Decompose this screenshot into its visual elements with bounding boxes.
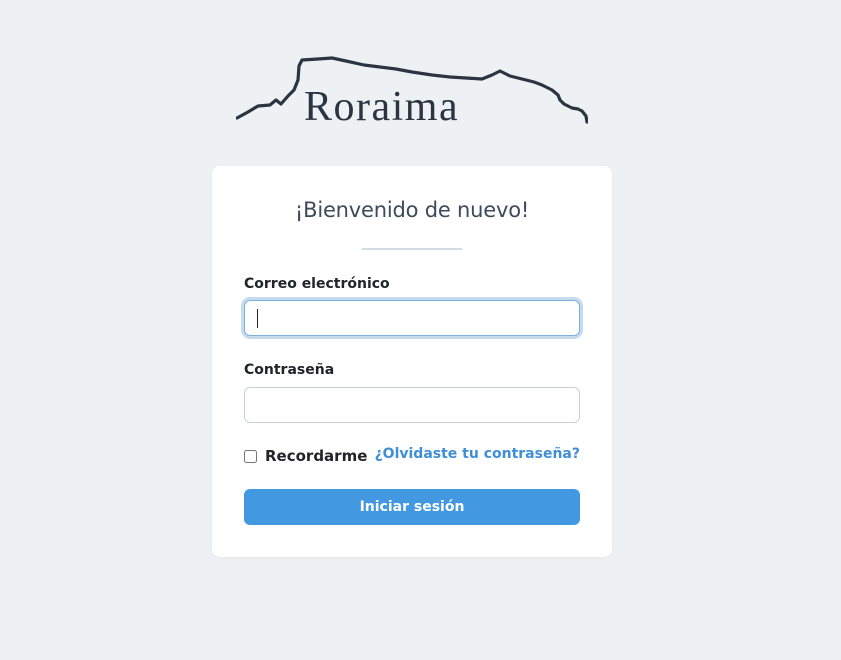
forgot-password-link[interactable]: ¿Olvidaste tu contraseña? [375, 446, 580, 462]
remember-checkbox[interactable] [244, 449, 257, 463]
welcome-title: ¡Bienvenido de nuevo! [294, 198, 530, 222]
email-field[interactable] [244, 300, 580, 336]
title-divider [362, 248, 462, 250]
brand-name: Roraima [304, 84, 459, 126]
login-button[interactable]: Iniciar sesión [244, 489, 580, 525]
text-cursor [257, 309, 258, 328]
remember-me: Recordarme [244, 447, 367, 465]
roraima-logo: Roraima [236, 56, 588, 126]
password-label: Contraseña [244, 362, 335, 378]
password-field[interactable] [244, 387, 580, 423]
email-label: Correo electrónico [244, 276, 390, 292]
login-card: ¡Bienvenido de nuevo! Correo electrónico… [212, 166, 612, 557]
remember-label: Recordarme [265, 447, 368, 465]
mountain-logo-icon: Roraima [236, 56, 588, 126]
